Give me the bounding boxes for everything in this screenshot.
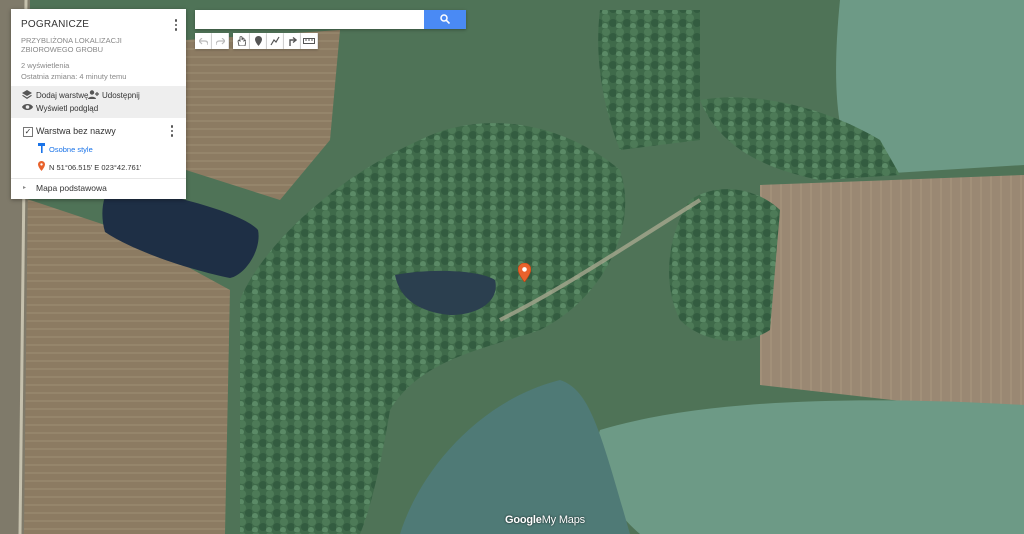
- search-icon: [440, 11, 451, 29]
- location-label: N 51°06.515' E 023°42.761': [49, 162, 142, 172]
- layer-name[interactable]: Warstwa bez nazwy: [36, 126, 116, 136]
- expand-arrow-icon[interactable]: ▸: [23, 184, 26, 191]
- hand-icon: [237, 36, 246, 46]
- select-tool-button[interactable]: [233, 33, 250, 49]
- undo-button[interactable]: [195, 33, 212, 49]
- directions-icon: [287, 36, 297, 46]
- preview-label: Wyświetl podgląd: [36, 103, 99, 113]
- history-toolbar: [195, 33, 229, 49]
- add-person-icon: [88, 90, 99, 100]
- measure-icon: [303, 38, 315, 44]
- add-layer-label: Dodaj warstwę: [36, 90, 89, 100]
- map-title[interactable]: POGRANICZE: [21, 19, 176, 30]
- drawing-toolbar: [233, 33, 318, 49]
- location-marker-icon: [38, 161, 45, 173]
- preview-button[interactable]: Wyświetl podgląd: [22, 103, 98, 113]
- undo-icon: [198, 37, 208, 45]
- layer-style-label: Osobne style: [49, 144, 93, 154]
- eye-icon: [22, 103, 33, 113]
- location-item[interactable]: N 51°06.515' E 023°42.761': [38, 161, 141, 173]
- layer-style-button[interactable]: Osobne style: [38, 143, 93, 155]
- map-description[interactable]: PRZYBLIŻONA LOKALIZACJI ZBIOROWEGO GROBU: [21, 36, 161, 54]
- search-button[interactable]: [424, 10, 466, 29]
- layers-icon: [22, 90, 32, 100]
- redo-icon: [215, 37, 225, 45]
- draw-line-button[interactable]: [267, 33, 284, 49]
- map-options-icon[interactable]: [170, 18, 182, 32]
- marker-icon: [254, 36, 262, 46]
- draw-line-icon: [270, 36, 280, 46]
- google-my-maps-logo: GoogleMy Maps: [505, 514, 585, 526]
- layer-item: ✓ Warstwa bez nazwy Osobne style N 51°06…: [11, 118, 186, 179]
- share-label: Udostępnij: [102, 90, 140, 100]
- share-button[interactable]: Udostępnij: [88, 90, 140, 100]
- directions-button[interactable]: [284, 33, 301, 49]
- map-marker[interactable]: [517, 262, 532, 283]
- search-bar: [195, 10, 466, 29]
- panel-actions: Dodaj warstwę Udostępnij Wyświetl podglą…: [11, 86, 186, 118]
- view-count: 2 wyświetlenia: [21, 61, 70, 70]
- map-details-panel: POGRANICZE PRZYBLIŻONA LOKALIZACJI ZBIOR…: [11, 9, 186, 199]
- panel-header: POGRANICZE PRZYBLIŻONA LOKALIZACJI ZBIOR…: [11, 9, 186, 86]
- paint-roller-icon: [38, 143, 46, 155]
- redo-button[interactable]: [212, 33, 229, 49]
- measure-button[interactable]: [301, 33, 318, 49]
- layer-visibility-checkbox[interactable]: ✓: [23, 127, 33, 137]
- base-map-label: Mapa podstawowa: [36, 183, 107, 193]
- search-input[interactable]: [195, 10, 423, 29]
- last-change: Ostatnia zmiana: 4 minuty temu: [21, 72, 127, 81]
- base-map-item[interactable]: ▸ Mapa podstawowa: [11, 179, 186, 197]
- add-layer-button[interactable]: Dodaj warstwę: [22, 90, 88, 100]
- add-marker-button[interactable]: [250, 33, 267, 49]
- layer-options-icon[interactable]: [166, 124, 178, 138]
